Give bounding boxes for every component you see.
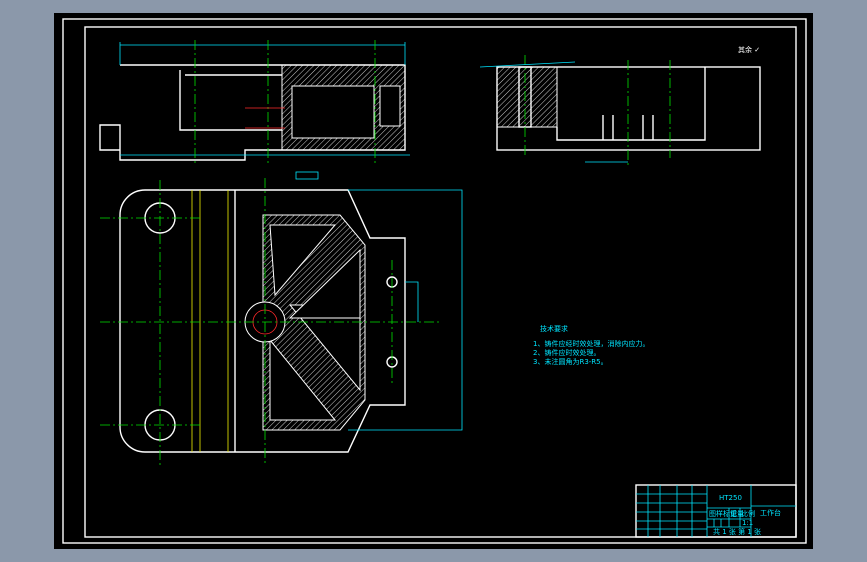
part-name-text: 工作台 <box>760 508 781 517</box>
side-view: 其余 ✓ <box>479 45 761 165</box>
cad-drawing-canvas[interactable]: 其余 ✓ 技术要求 1、铸件应经时效处理，消除内应力。 2、铸件应时效处理。 3… <box>54 13 813 549</box>
tech-req-item: 1、铸件应经时效处理，消除内应力。 <box>533 339 649 348</box>
scale-value: 1:1 <box>742 519 753 527</box>
tech-req-item: 3、未注圆角为R3-R5。 <box>533 357 608 366</box>
sheet-count: 共 1 张 第 1 张 <box>713 527 761 536</box>
material-text: HT250 <box>719 494 742 502</box>
technical-requirements: 技术要求 1、铸件应经时效处理，消除内应力。 2、铸件应时效处理。 3、未注圆角… <box>533 324 649 366</box>
front-section-view <box>99 40 410 180</box>
surface-finish-symbol: 其余 ✓ <box>738 45 760 54</box>
tech-req-title: 技术要求 <box>540 324 568 333</box>
plan-view <box>100 178 463 465</box>
header-scale: 比例 <box>741 509 755 518</box>
outer-border <box>62 18 807 544</box>
title-block: HT250 工作台 图样标记 重量 比例 1:1 共 1 张 第 1 张 <box>635 484 797 538</box>
drawing-sheet: 其余 ✓ 技术要求 1、铸件应经时效处理，消除内应力。 2、铸件应时效处理。 3… <box>62 18 807 544</box>
tech-req-item: 2、铸件应时效处理。 <box>533 348 600 357</box>
